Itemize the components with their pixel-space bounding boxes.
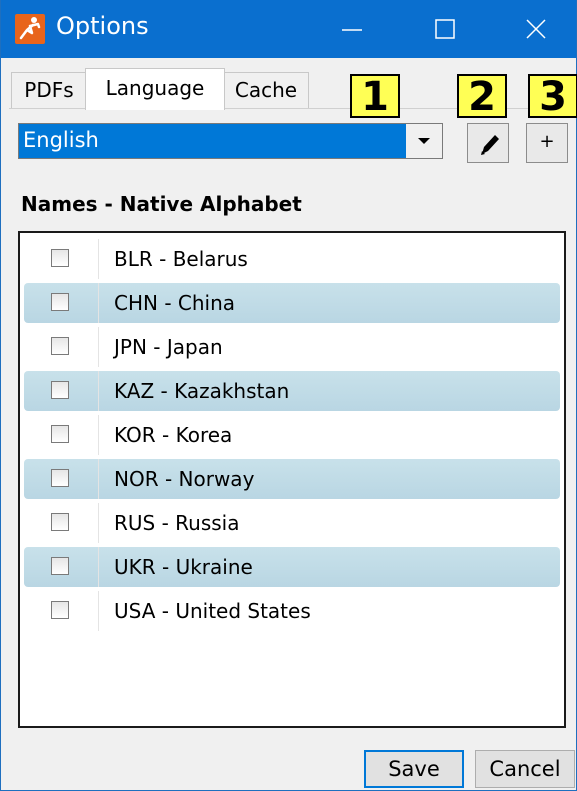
tab-pdfs[interactable]: PDFs: [11, 72, 87, 108]
annotation-badge-1: 1: [350, 74, 400, 118]
checkbox[interactable]: [51, 513, 69, 531]
checkbox[interactable]: [51, 249, 69, 267]
maximize-icon: [435, 19, 455, 39]
close-icon: [526, 19, 546, 39]
cancel-button[interactable]: Cancel: [475, 750, 575, 788]
language-select[interactable]: English: [18, 123, 443, 159]
window-title: Options: [56, 12, 149, 40]
list-item[interactable]: JPN - Japan: [24, 327, 560, 367]
list-item-label: RUS - Russia: [114, 511, 240, 535]
list-item[interactable]: KAZ - Kazakhstan: [24, 371, 560, 411]
checkbox[interactable]: [51, 557, 69, 575]
minimize-icon: [342, 29, 362, 31]
list-item-label: JPN - Japan: [114, 335, 223, 359]
list-item[interactable]: BLR - Belarus: [24, 239, 560, 279]
annotation-badge-2: 2: [457, 74, 507, 118]
list-item-label: NOR - Norway: [114, 467, 255, 491]
list-item[interactable]: USA - United States: [24, 591, 560, 631]
maximize-button[interactable]: [410, 0, 480, 58]
chevron-down-icon: [418, 138, 430, 144]
options-window: Options PDFs Language Cache 1 2 3 Englis…: [0, 0, 577, 791]
checkbox[interactable]: [51, 337, 69, 355]
checkbox[interactable]: [51, 601, 69, 619]
list-item-label: CHN - China: [114, 291, 236, 315]
list-item[interactable]: CHN - China: [24, 283, 560, 323]
checkbox[interactable]: [51, 381, 69, 399]
section-label: Names - Native Alphabet: [21, 192, 302, 216]
app-icon: [15, 14, 45, 44]
list-item-label: KOR - Korea: [114, 423, 233, 447]
add-language-button[interactable]: +: [526, 123, 568, 163]
title-bar[interactable]: Options: [1, 0, 576, 58]
edit-language-button[interactable]: [467, 123, 509, 163]
tab-cache[interactable]: Cache: [223, 72, 309, 108]
pencil-icon: [481, 135, 499, 155]
annotation-badge-3: 3: [528, 74, 577, 118]
list-item[interactable]: RUS - Russia: [24, 503, 560, 543]
minimize-button[interactable]: [317, 0, 387, 58]
list-item[interactable]: UKR - Ukraine: [24, 547, 560, 587]
country-list[interactable]: BLR - Belarus CHN - China JPN - Japan KA…: [18, 231, 566, 728]
language-select-value: English: [23, 128, 99, 152]
list-item-label: USA - United States: [114, 599, 311, 623]
language-select-arrow[interactable]: [406, 124, 442, 158]
list-item-label: UKR - Ukraine: [114, 555, 253, 579]
checkbox[interactable]: [51, 425, 69, 443]
save-button[interactable]: Save: [364, 750, 464, 788]
close-button[interactable]: [501, 0, 571, 58]
tab-language[interactable]: Language: [85, 68, 225, 110]
list-item-label: BLR - Belarus: [114, 247, 248, 271]
list-item[interactable]: NOR - Norway: [24, 459, 560, 499]
list-item[interactable]: KOR - Korea: [24, 415, 560, 455]
list-item-label: KAZ - Kazakhstan: [114, 379, 290, 403]
checkbox[interactable]: [51, 293, 69, 311]
checkbox[interactable]: [51, 469, 69, 487]
